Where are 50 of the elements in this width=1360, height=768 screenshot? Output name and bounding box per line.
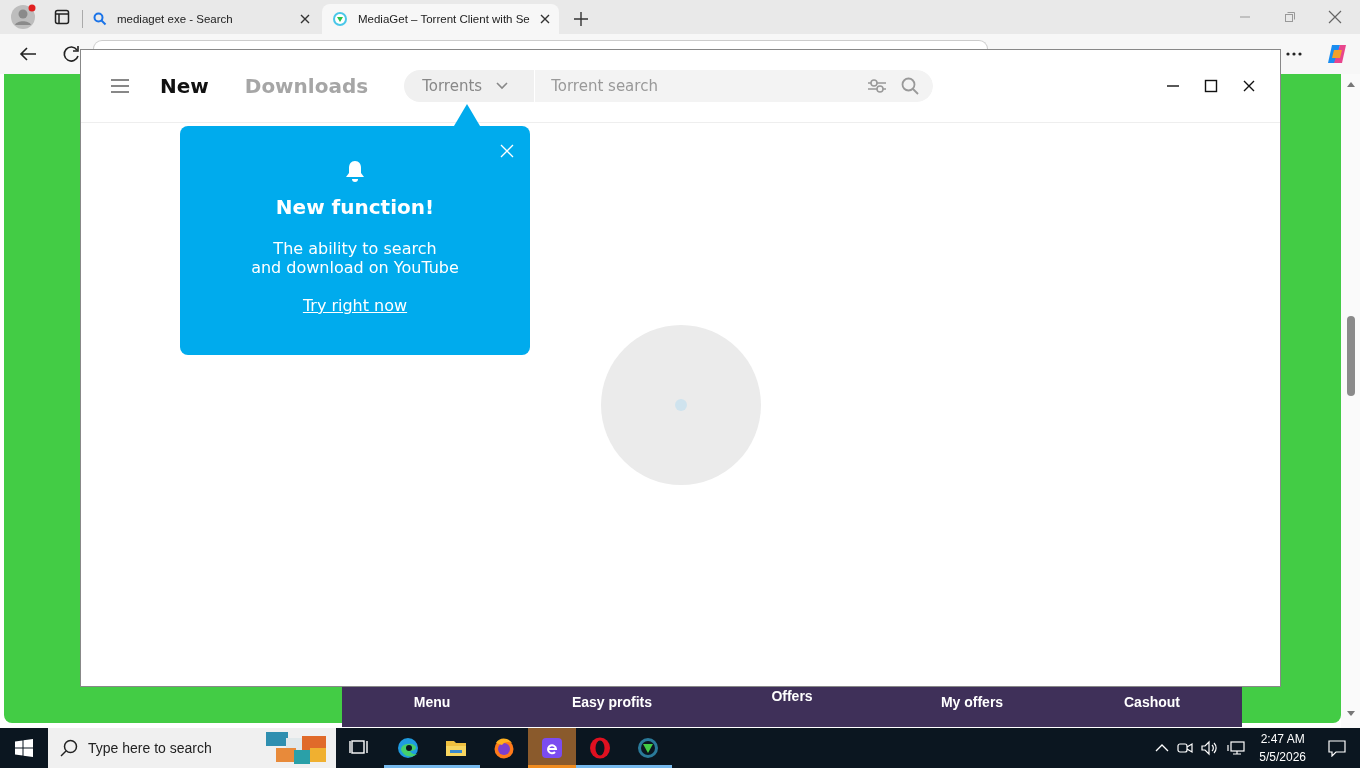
firefox-browser-icon <box>493 737 515 759</box>
download-app-icon <box>637 737 659 759</box>
nav-item[interactable]: Menu <box>342 687 522 727</box>
popup-title: New function! <box>275 195 435 219</box>
chevron-down-icon <box>496 82 509 90</box>
download-logo-icon <box>332 11 348 27</box>
nav-item[interactable]: Offers <box>702 687 882 727</box>
search-icon[interactable] <box>901 77 920 95</box>
edge-browser-icon <box>397 737 419 759</box>
chevron-up-icon[interactable] <box>1155 743 1170 753</box>
scrollbar-thumb[interactable] <box>1346 316 1355 396</box>
tab-actions-icon[interactable] <box>54 9 70 25</box>
nav-item[interactable]: Cashout <box>1062 687 1242 727</box>
filter-icon[interactable] <box>867 78 888 94</box>
close-icon[interactable] <box>539 14 550 24</box>
clock-date: 5/5/2026 <box>1259 749 1306 766</box>
network-icon[interactable] <box>1227 740 1246 756</box>
volume-icon[interactable] <box>1201 740 1220 756</box>
windows-start-icon[interactable] <box>15 739 33 757</box>
clock-time: 2:47 AM <box>1260 731 1305 748</box>
app-tab[interactable]: New <box>160 74 209 98</box>
scroll-down-icon[interactable] <box>1345 710 1356 718</box>
nav-item[interactable]: Easy profits <box>522 687 702 727</box>
search-field[interactable]: Torrent search <box>535 70 934 102</box>
calculator-app-icon <box>541 737 563 759</box>
address-field[interactable] <box>93 40 988 49</box>
nav-item[interactable]: My offers <box>882 687 1062 727</box>
maximize-icon[interactable] <box>1203 78 1219 94</box>
puzzle-picture-icon <box>266 730 328 764</box>
search-placeholder: Type here to search <box>88 740 212 756</box>
menu-icon[interactable] <box>110 78 130 94</box>
new-tab-icon[interactable] <box>573 11 589 27</box>
search-input[interactable]: Torrent search <box>549 76 854 96</box>
opera-browser-icon <box>589 737 611 759</box>
browser-tab[interactable]: mediaget exe - Search <box>83 4 320 34</box>
taskbar-search-field[interactable]: Type here to search <box>48 728 336 768</box>
search-icon <box>60 739 78 757</box>
close-icon[interactable] <box>1241 78 1257 94</box>
popup-message: The ability to search and download on YouTube <box>251 239 459 277</box>
close-icon[interactable] <box>300 14 310 24</box>
loading-spinner-icon <box>600 324 761 485</box>
refresh-icon[interactable] <box>61 44 81 64</box>
scroll-up-icon[interactable] <box>1345 80 1356 88</box>
camera-icon[interactable] <box>1177 740 1194 756</box>
bell-icon <box>345 160 365 182</box>
browser-tab[interactable]: MediaGet – Torrent Client with Se <box>322 4 559 34</box>
search-icon <box>93 12 107 26</box>
profile-avatar-icon[interactable] <box>10 4 36 30</box>
copilot-icon[interactable] <box>1326 43 1348 65</box>
notification-icon[interactable] <box>1328 739 1346 757</box>
